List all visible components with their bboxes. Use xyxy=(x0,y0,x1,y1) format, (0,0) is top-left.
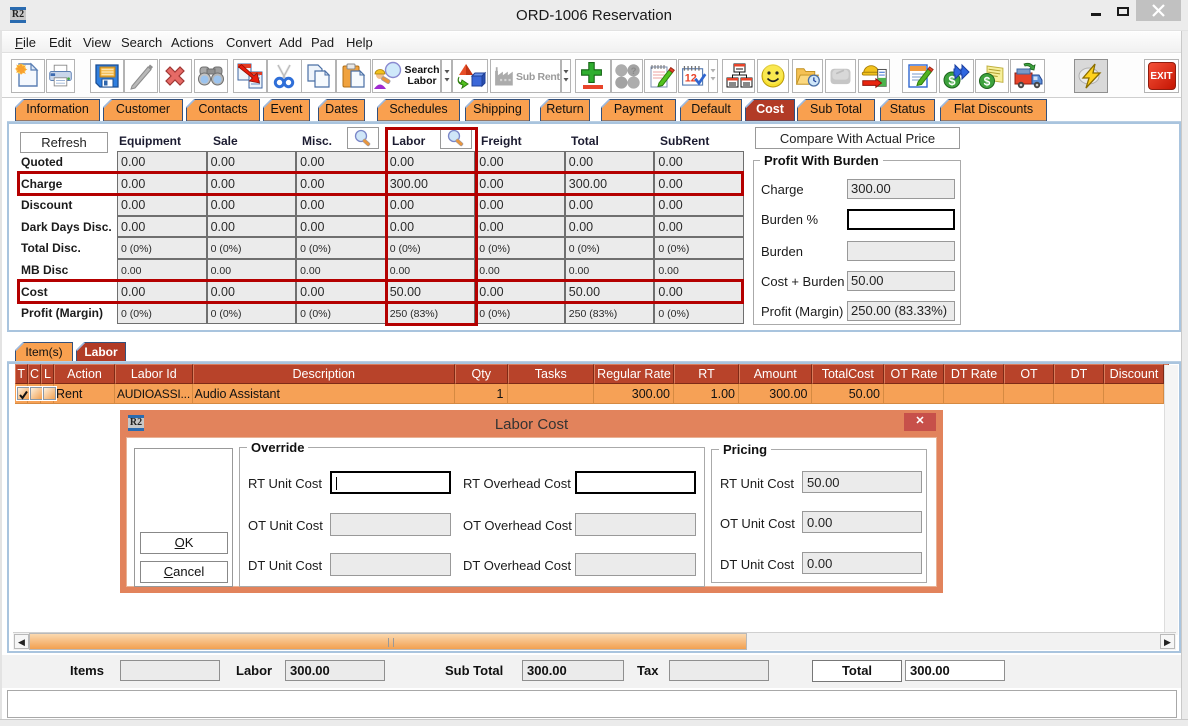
svg-text:$: $ xyxy=(984,75,991,89)
svg-text:12: 12 xyxy=(685,72,697,84)
svg-text:?: ? xyxy=(631,66,637,76)
